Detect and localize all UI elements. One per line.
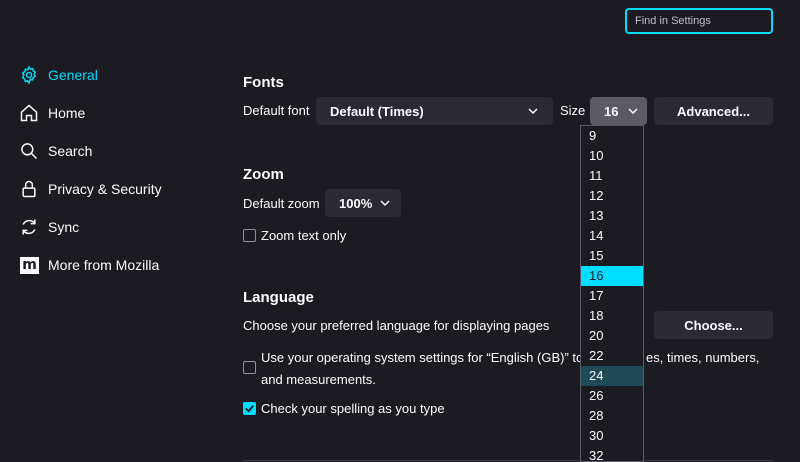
sidebar-item-search[interactable]: Search [18, 132, 218, 170]
sidebar-item-label: More from Mozilla [48, 257, 160, 273]
lock-icon [18, 178, 40, 200]
font-size-option[interactable]: 10 [581, 146, 643, 166]
font-size-option[interactable]: 9 [581, 126, 643, 146]
zoom-text-only-label: Zoom text only [261, 228, 347, 243]
font-size-option[interactable]: 18 [581, 306, 643, 326]
font-size-option[interactable]: 20 [581, 326, 643, 346]
sidebar-item-more-from-mozilla[interactable]: m More from Mozilla [18, 246, 218, 284]
sidebar-item-label: General [48, 67, 98, 83]
sidebar-item-sync[interactable]: Sync [18, 208, 218, 246]
chevron-down-icon [527, 105, 539, 117]
os-language-settings-label-line2: and measurements. [261, 372, 376, 387]
font-size-option[interactable]: 28 [581, 406, 643, 426]
font-size-option[interactable]: 14 [581, 226, 643, 246]
zoom-text-only-checkbox[interactable] [243, 229, 256, 242]
mozilla-icon: m [19, 256, 39, 274]
default-font-select[interactable]: Default (Times) [316, 97, 553, 125]
sidebar-item-label: Home [48, 105, 86, 121]
os-language-settings-label: Use your operating system settings for “… [261, 350, 584, 365]
font-size-dropdown-list[interactable]: 9 10 11 12 13 14 15 16 17 18 20 22 24 26 28 30 32 [580, 125, 644, 462]
os-language-settings-label-tail: es, times, numbers, [646, 350, 760, 365]
font-size-option[interactable]: 26 [581, 386, 643, 406]
sync-icon [18, 216, 40, 238]
font-size-option[interactable]: 13 [581, 206, 643, 226]
default-zoom-value: 100% [339, 195, 373, 211]
gear-icon [18, 64, 40, 86]
font-size-option[interactable]: 11 [581, 166, 643, 186]
chevron-down-icon [627, 105, 639, 117]
choose-language-button[interactable]: Choose... [654, 311, 773, 339]
sidebar-item-privacy-security[interactable]: Privacy & Security [18, 170, 218, 208]
settings-search-box[interactable] [625, 8, 773, 34]
sidebar-item-label: Privacy & Security [48, 181, 162, 197]
sidebar: General Home Search Privacy & Security S… [18, 56, 218, 284]
font-size-value: 16 [604, 103, 619, 119]
font-size-option[interactable]: 24 [581, 366, 643, 386]
font-size-option[interactable]: 16 [581, 266, 643, 286]
language-heading: Language [243, 289, 314, 306]
os-language-settings-checkbox[interactable] [243, 361, 256, 374]
sidebar-item-general[interactable]: General [18, 56, 218, 94]
sidebar-item-label: Search [48, 143, 93, 159]
font-size-select[interactable]: 16 [590, 97, 647, 125]
settings-search-input[interactable] [635, 15, 763, 27]
font-size-option[interactable]: 15 [581, 246, 643, 266]
font-size-option[interactable]: 17 [581, 286, 643, 306]
font-size-option[interactable]: 30 [581, 426, 643, 446]
default-zoom-select[interactable]: 100% [325, 189, 401, 217]
zoom-heading: Zoom [243, 166, 284, 183]
default-font-value: Default (Times) [330, 103, 424, 119]
sidebar-item-home[interactable]: Home [18, 94, 218, 132]
font-size-option[interactable]: 32 [581, 446, 643, 461]
font-size-option[interactable]: 12 [581, 186, 643, 206]
chevron-down-icon [379, 197, 391, 209]
font-size-label: Size [560, 103, 586, 118]
advanced-fonts-button[interactable]: Advanced... [654, 97, 773, 125]
sidebar-item-label: Sync [48, 219, 80, 235]
preferred-language-label: Choose your preferred language for displ… [243, 318, 550, 333]
spell-check-checkbox[interactable] [243, 402, 256, 415]
font-size-option[interactable]: 22 [581, 346, 643, 366]
checkmark-icon [245, 405, 254, 413]
search-icon [18, 140, 40, 162]
section-divider [243, 460, 773, 461]
home-icon [18, 102, 40, 124]
spell-check-label: Check your spelling as you type [261, 401, 445, 416]
default-zoom-label: Default zoom [243, 196, 320, 211]
fonts-heading: Fonts [243, 74, 284, 91]
default-font-label: Default font [243, 103, 310, 118]
